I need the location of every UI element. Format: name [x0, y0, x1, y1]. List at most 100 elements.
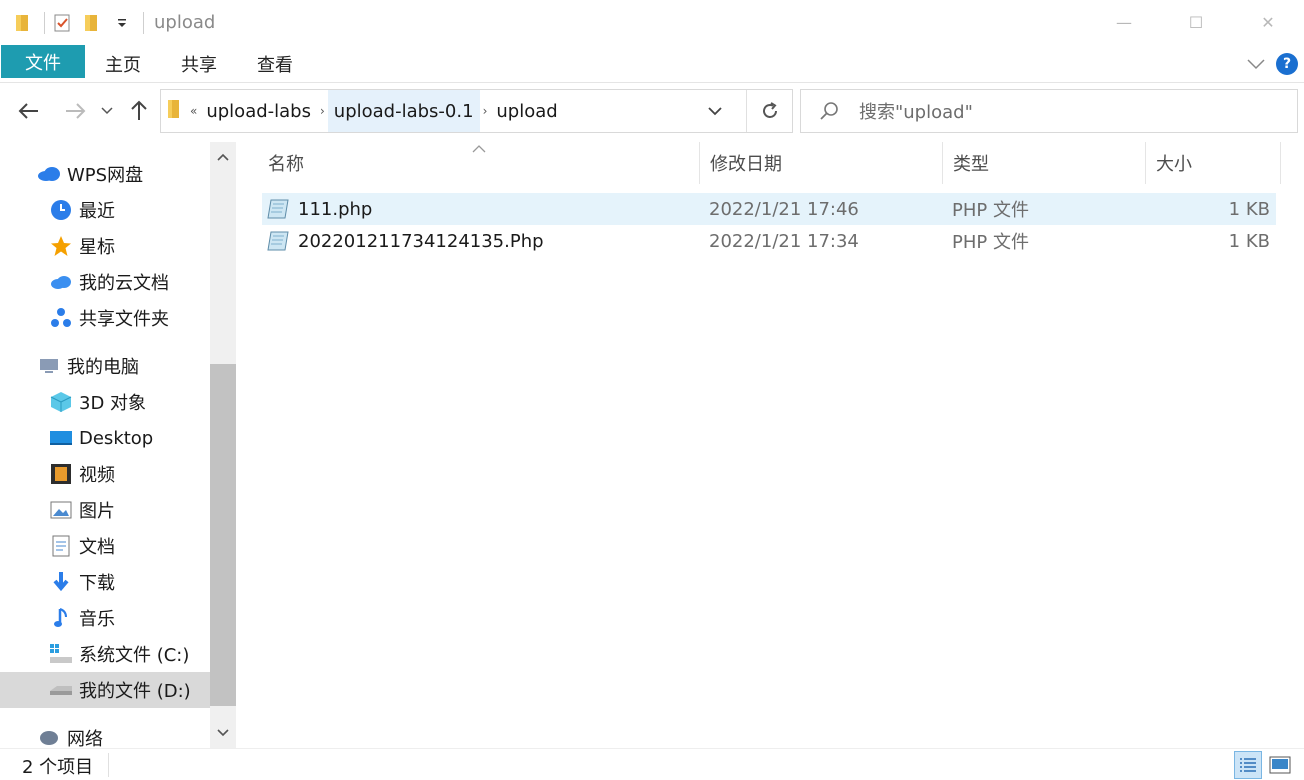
column-header-type[interactable]: 类型: [943, 142, 1146, 184]
sidebar-item-desktop[interactable]: Desktop: [0, 420, 210, 456]
sidebar-item-label: 网络: [67, 729, 103, 748]
table-row[interactable]: 111.php 2022/1/21 17:46 PHP 文件 1 KB: [262, 193, 1276, 225]
php-file-icon: [266, 198, 290, 220]
sidebar-item-label: 系统文件 (C:): [79, 645, 190, 666]
tab-home[interactable]: 主页: [85, 45, 161, 82]
search-placeholder: 搜索"upload": [859, 102, 973, 123]
breadcrumb-upload-labs-0-1[interactable]: upload-labs-0.1: [327, 90, 480, 132]
table-row[interactable]: 20220121173412413​5.Php 2022/1/21 17:34 …: [262, 225, 1276, 257]
quick-access-toolbar: upload: [0, 0, 215, 45]
recent-locations-button[interactable]: [95, 96, 119, 126]
chevron-down-icon: [217, 729, 229, 737]
sidebar-item-videos[interactable]: 视频: [0, 456, 210, 492]
drive-d-icon: [49, 678, 73, 702]
forward-button[interactable]: [60, 96, 90, 126]
video-icon: [49, 462, 73, 486]
chevron-right-icon[interactable]: ›: [480, 104, 491, 118]
network-icon: [37, 726, 61, 748]
file-type: PHP 文件: [952, 200, 1029, 221]
toolbar-separator: [143, 11, 144, 34]
folder-icon: [167, 99, 181, 123]
tab-share[interactable]: 共享: [161, 45, 237, 82]
sidebar-item-shared-folder[interactable]: 共享文件夹: [0, 300, 210, 336]
arrow-up-icon: [131, 100, 147, 120]
desktop-icon: [49, 426, 73, 450]
document-icon: [49, 534, 73, 558]
sidebar-item-drive-c[interactable]: 系统文件 (C:): [0, 636, 210, 672]
window-title: upload: [154, 12, 216, 33]
sidebar-item-downloads[interactable]: 下载: [0, 564, 210, 600]
computer-icon: [37, 354, 61, 378]
search-box[interactable]: 搜索"upload": [800, 89, 1298, 133]
maximize-button[interactable]: ☐: [1160, 0, 1232, 45]
cube-icon: [49, 390, 73, 414]
chevron-right-icon[interactable]: ›: [317, 104, 328, 118]
file-type: PHP 文件: [952, 232, 1029, 253]
sidebar-item-network[interactable]: 网络: [0, 720, 210, 748]
title-bar: upload — ☐ ✕: [0, 0, 1304, 45]
column-header-size[interactable]: 大小: [1146, 142, 1281, 184]
sidebar-item-label: Desktop: [79, 427, 154, 449]
column-header-label: 大小: [1156, 154, 1192, 175]
sidebar-item-label: 星标: [79, 237, 115, 258]
toolbar-separator: [44, 11, 45, 34]
close-button[interactable]: ✕: [1232, 0, 1304, 45]
tab-file[interactable]: 文件: [1, 45, 85, 78]
sidebar-item-music[interactable]: 音乐: [0, 600, 210, 636]
properties-icon[interactable]: [51, 12, 73, 34]
navigation-pane: WPS网盘 最近 星标 我的云文档 共享文件夹 我的电脑 3D 对象 Deskt…: [0, 142, 236, 748]
navigation-bar: « upload-labs › upload-labs-0.1 › upload…: [0, 84, 1304, 140]
sidebar-item-starred[interactable]: 星标: [0, 228, 210, 264]
sidebar-item-drive-d[interactable]: 我的文件 (D:): [0, 672, 210, 708]
up-button[interactable]: [124, 96, 154, 126]
cloud-icon: [37, 162, 61, 186]
overflow-crumbs[interactable]: «: [187, 104, 200, 118]
column-header-date[interactable]: 修改日期: [700, 142, 943, 184]
new-folder-icon[interactable]: [81, 12, 103, 34]
sidebar-item-label: 我的电脑: [67, 357, 139, 378]
ribbon-tabs: 文件 主页 共享 查看 ?: [0, 45, 1304, 83]
address-dropdown-button[interactable]: [695, 90, 735, 132]
back-button[interactable]: [14, 96, 44, 126]
ribbon-right: ?: [1246, 45, 1298, 83]
sidebar-item-label: 视频: [79, 465, 115, 486]
scrollbar-thumb[interactable]: [210, 364, 236, 706]
refresh-button[interactable]: [746, 90, 792, 132]
customize-dropdown-icon[interactable]: [111, 12, 133, 34]
sidebar-item-label: 音乐: [79, 609, 115, 630]
sidebar-item-3d-objects[interactable]: 3D 对象: [0, 384, 210, 420]
star-icon: [49, 234, 73, 258]
item-count: 2 个项目: [22, 757, 94, 778]
sidebar-item-label: 下载: [79, 573, 115, 594]
folder-icon[interactable]: [12, 12, 34, 34]
file-date: 2022/1/21 17:46: [709, 198, 859, 220]
sidebar-item-this-pc[interactable]: 我的电脑: [0, 348, 210, 384]
sidebar-item-wps-cloud[interactable]: WPS网盘: [0, 156, 210, 192]
chevron-down-icon: [708, 106, 722, 115]
scroll-down-button[interactable]: [210, 718, 236, 748]
sidebar-item-recent[interactable]: 最近: [0, 192, 210, 228]
sidebar-scrollbar[interactable]: [210, 142, 236, 748]
details-view-button[interactable]: [1234, 751, 1262, 779]
breadcrumb-upload-labs[interactable]: upload-labs: [200, 90, 317, 132]
address-bar[interactable]: « upload-labs › upload-labs-0.1 › upload: [160, 89, 793, 133]
large-icons-view-button[interactable]: [1266, 751, 1294, 779]
sidebar-item-pictures[interactable]: 图片: [0, 492, 210, 528]
tab-view[interactable]: 查看: [237, 45, 313, 82]
breadcrumb-upload[interactable]: upload: [490, 90, 563, 132]
picture-icon: [49, 498, 73, 522]
minimize-button[interactable]: —: [1088, 0, 1160, 45]
scroll-up-button[interactable]: [210, 142, 236, 172]
music-icon: [49, 606, 73, 630]
column-header-label: 类型: [953, 154, 989, 175]
help-icon[interactable]: ?: [1276, 53, 1298, 75]
expand-ribbon-icon[interactable]: [1246, 55, 1266, 74]
sidebar-item-documents[interactable]: 文档: [0, 528, 210, 564]
share-icon: [49, 306, 73, 330]
explorer-window: upload — ☐ ✕ 文件 主页 共享 查看 ? « upload-labs…: [0, 0, 1304, 780]
sidebar-item-label: 我的文件 (D:): [79, 681, 191, 702]
sidebar-item-label: 我的云文档: [79, 273, 169, 294]
file-list: 名称 修改日期 类型 大小 111.php 2022/1/21 17:46 PH…: [238, 142, 1304, 748]
refresh-icon: [762, 102, 777, 118]
sidebar-item-cloud-docs[interactable]: 我的云文档: [0, 264, 210, 300]
